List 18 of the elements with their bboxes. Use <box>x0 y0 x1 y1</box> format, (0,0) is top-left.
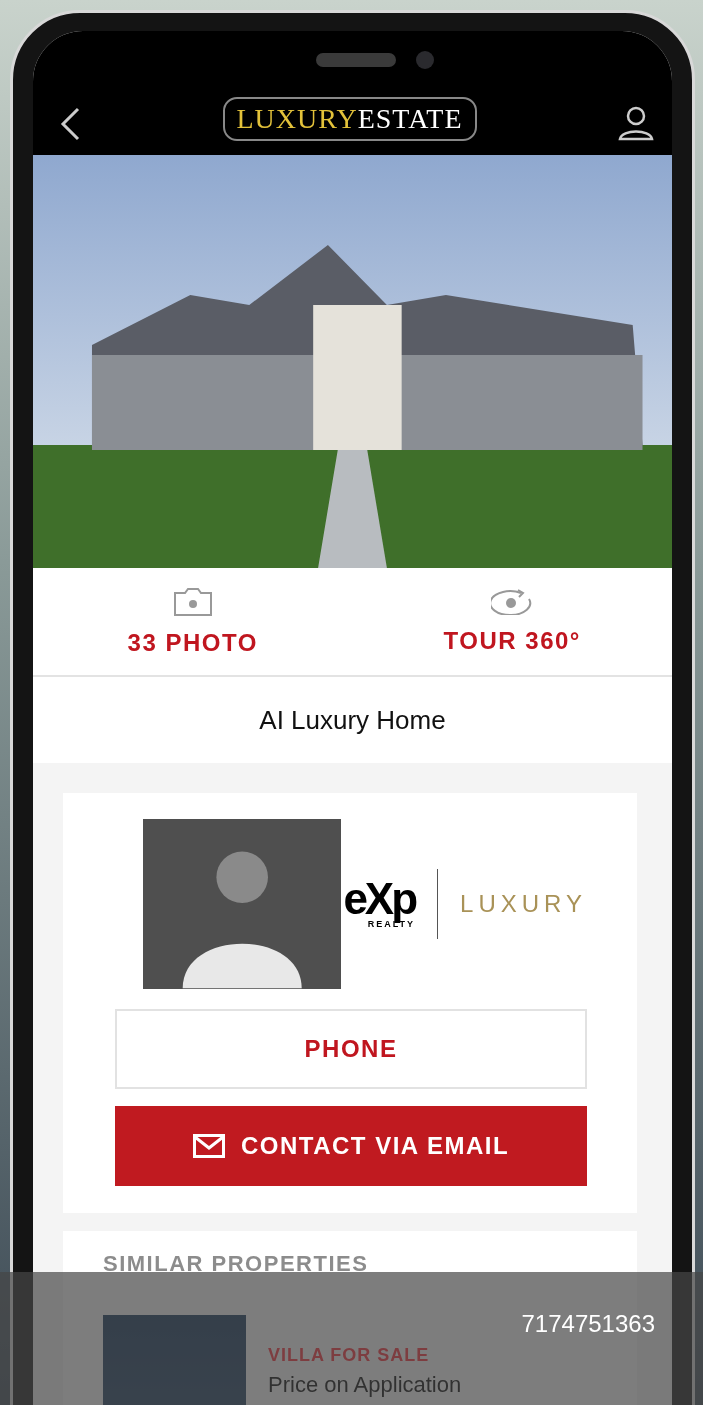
phone-camera <box>416 51 434 69</box>
property-type: VILLA FOR SALE <box>268 1345 431 1366</box>
eye-rotate-icon <box>491 588 534 615</box>
envelope-icon <box>192 1134 225 1158</box>
section-heading: SIMILAR PROPERTIES <box>103 1251 370 1277</box>
media-tab[interactable]: 33 PHOTO <box>33 568 353 675</box>
email-button[interactable]: CONTACT VIA EMAIL <box>115 1106 587 1186</box>
camera-icon <box>172 586 213 617</box>
user-icon[interactable] <box>618 105 654 141</box>
property-price: Price on Application <box>268 1372 462 1398</box>
listing-title: AI Luxury Home <box>259 704 446 736</box>
logo-text: LUXURY <box>236 103 358 134</box>
luxury-label: LUXURY <box>460 890 587 918</box>
media-tab[interactable]: TOUR 360° <box>352 568 672 675</box>
phone-number[interactable]: 7174751363 <box>521 1310 655 1340</box>
logo-text: ESTATE <box>357 103 463 134</box>
phone-button[interactable]: PHONE <box>115 1009 587 1089</box>
back-icon[interactable] <box>59 107 81 141</box>
